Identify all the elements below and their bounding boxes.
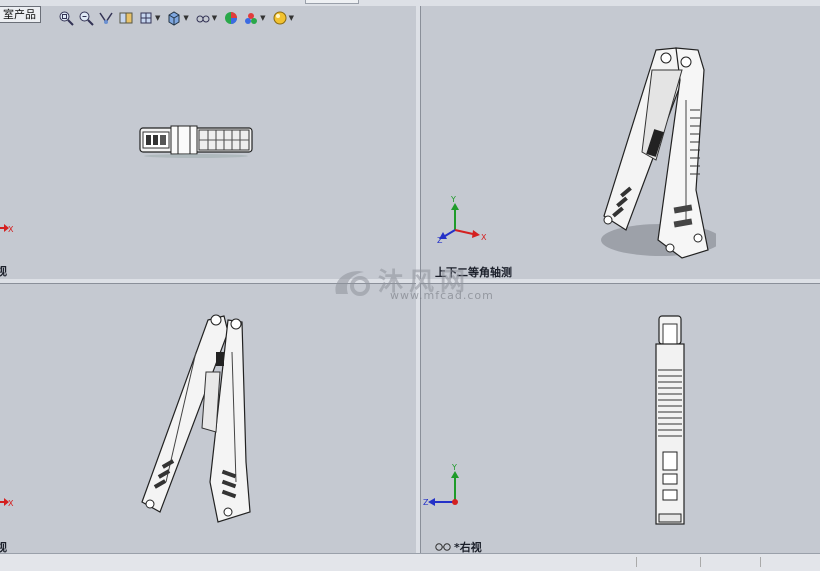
status-bar-divider bbox=[700, 557, 701, 567]
heads-up-view-toolbar: ▼ ▼ ▼ ▼ ▼ bbox=[58, 8, 296, 28]
window-tab-handle[interactable] bbox=[305, 0, 359, 4]
status-bar-divider bbox=[760, 557, 761, 567]
chevron-down-icon[interactable]: ▼ bbox=[212, 14, 217, 22]
edit-appearance-icon[interactable] bbox=[223, 10, 239, 26]
view-orientation-icon[interactable] bbox=[138, 10, 154, 26]
axis-x-label: X bbox=[481, 233, 487, 242]
display-style-icon[interactable] bbox=[166, 10, 182, 26]
viewport-label: 视 bbox=[0, 539, 7, 554]
viewport-bottom-right[interactable]: Y Z *右视 bbox=[420, 283, 820, 554]
multitool-top-view bbox=[139, 125, 253, 158]
axis-x-label: X bbox=[8, 499, 14, 508]
axis-x-label: X bbox=[8, 225, 14, 234]
axis-triad: X bbox=[0, 498, 14, 508]
axis-z-label: Z bbox=[423, 498, 429, 507]
view-settings-icon[interactable] bbox=[272, 10, 288, 26]
viewport-label: 上下二等角轴测 bbox=[435, 266, 512, 279]
axis-y-label: Y bbox=[451, 464, 457, 472]
viewport-splitter-horizontal[interactable] bbox=[0, 279, 820, 283]
chevron-down-icon[interactable]: ▼ bbox=[155, 14, 160, 22]
viewport-label: 视 bbox=[0, 263, 7, 279]
status-bar bbox=[0, 553, 820, 571]
status-bar-divider bbox=[636, 557, 637, 567]
axis-triad: Y X Z bbox=[437, 196, 487, 244]
axis-triad: X bbox=[0, 224, 14, 234]
multitool-right-view bbox=[655, 315, 685, 525]
chevron-down-icon[interactable]: ▼ bbox=[183, 14, 188, 22]
apply-scene-icon[interactable] bbox=[243, 10, 259, 26]
viewport-top-right[interactable]: Y X Z 上下二等角轴测 bbox=[420, 6, 820, 280]
glasses-icon bbox=[435, 543, 451, 551]
axis-z-label: Z bbox=[437, 236, 443, 244]
axis-y-label: Y bbox=[450, 196, 456, 204]
multitool-front-view bbox=[141, 314, 251, 523]
zoom-to-area-icon[interactable] bbox=[78, 10, 94, 26]
section-view-icon[interactable] bbox=[118, 10, 134, 26]
chevron-down-icon[interactable]: ▼ bbox=[260, 14, 265, 22]
product-tab[interactable]: 室产品 bbox=[0, 6, 41, 23]
viewport-label-group: *右视 bbox=[435, 539, 482, 554]
previous-view-icon[interactable] bbox=[98, 10, 114, 26]
axis-triad: Y Z bbox=[423, 464, 459, 507]
multitool-isometric-view bbox=[601, 47, 716, 259]
viewport-bottom-left[interactable]: X 视 bbox=[0, 283, 417, 554]
viewport-label: *右视 bbox=[454, 541, 482, 554]
viewport-top-left[interactable]: X 视 bbox=[0, 6, 417, 280]
chevron-down-icon[interactable]: ▼ bbox=[289, 14, 294, 22]
zoom-to-fit-icon[interactable] bbox=[58, 10, 74, 26]
hide-show-items-icon[interactable] bbox=[195, 10, 211, 26]
